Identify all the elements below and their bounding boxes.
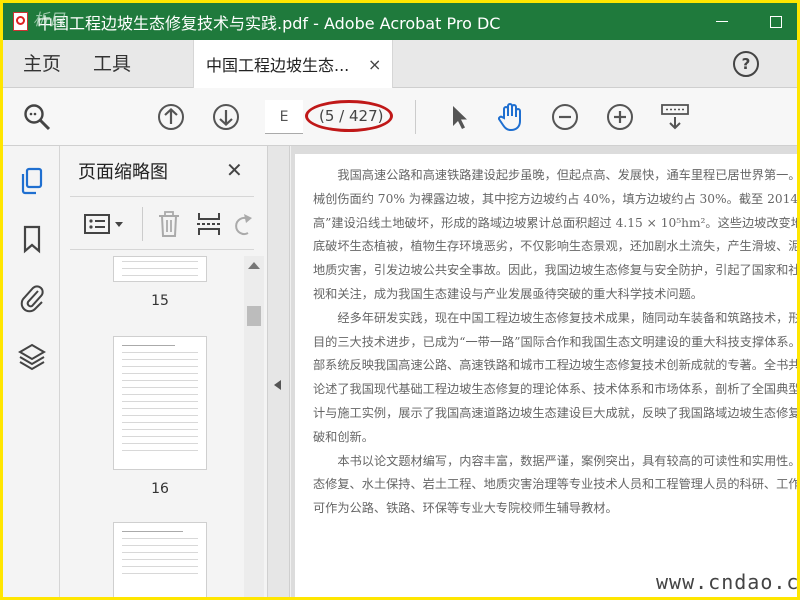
keyboard-scroll-button[interactable] (659, 101, 691, 133)
thumbnail-scrollbar[interactable] (244, 256, 264, 597)
corner-watermark: 析目 (33, 10, 66, 29)
red-highlight-ellipse (305, 100, 393, 132)
tab-document[interactable]: 中国工程边坡生态... × (193, 40, 393, 88)
pdf-page: 我国高速公路和高速铁路建设起步虽晚，但起点高、发展快，通车里程已居世界第一。工程… (295, 154, 797, 597)
panel-close-button[interactable]: ✕ (226, 158, 243, 182)
window-title: 中国工程边坡生态修复技术与实践.pdf - Adobe Acrobat Pro … (37, 13, 501, 33)
hand-icon (498, 103, 521, 132)
paragraph: 本书以论文题材编写，内容丰富，数据严谨，案例突出，具有较高的可读性和实用性。既可… (313, 453, 797, 516)
zoom-search-button[interactable] (21, 101, 53, 133)
paperclip-icon (20, 285, 44, 313)
keyboard-down-icon (661, 104, 689, 130)
thumbnail-toolbar-divider (142, 207, 143, 241)
arrow-down-circle-icon (213, 104, 239, 130)
thumbnail-page-number: 15 (151, 293, 169, 309)
toolbar-divider (415, 100, 416, 134)
acrobat-window: 中国工程边坡生态修复技术与实践.pdf - Adobe Acrobat Pro … (3, 3, 797, 597)
zoom-out-button[interactable] (549, 101, 581, 133)
attachments-button[interactable] (17, 283, 47, 313)
collapse-panel-strip[interactable] (268, 146, 290, 597)
delete-page-button[interactable] (154, 209, 184, 239)
thumbnail-page-number: 16 (151, 481, 169, 497)
scrollbar-thumb[interactable] (247, 306, 261, 326)
title-bar: 中国工程边坡生态修复技术与实践.pdf - Adobe Acrobat Pro … (3, 3, 797, 40)
next-page-button[interactable] (210, 101, 242, 133)
thumbnail-options-menu[interactable] (82, 209, 128, 239)
thumbnail-page-15[interactable] (113, 256, 207, 282)
maximize-icon (770, 15, 782, 28)
panel-title: 页面缩略图 (78, 162, 168, 183)
hand-tool-button[interactable] (495, 101, 527, 133)
layers-button[interactable] (17, 341, 47, 371)
pages-copy-icon (21, 167, 43, 195)
minimize-button[interactable] (699, 3, 745, 40)
page-text: 我国高速公路和高速铁路建设起步虽晚，但起点高、发展快，通车里程已居世界第一。工程… (313, 164, 797, 521)
bookmarks-button[interactable] (17, 224, 47, 254)
scroll-up-arrow[interactable] (248, 262, 260, 269)
page-thumbnails-panel: 页面缩略图 ✕ 15 16 (60, 146, 268, 597)
tab-tools[interactable]: 工具 (93, 40, 131, 88)
page-thumbnails-button[interactable] (17, 166, 47, 196)
tab-close-button[interactable]: × (368, 55, 381, 74)
thumbnail-list: 15 16 (60, 256, 250, 597)
select-tool-button[interactable] (443, 101, 475, 133)
page-number-input[interactable]: E (265, 100, 303, 134)
cursor-arrow-icon (453, 106, 467, 129)
tab-home[interactable]: 主页 (23, 40, 61, 88)
magnifier-icon (24, 104, 51, 131)
list-options-icon (84, 214, 123, 234)
main-toolbar: E (5 / 427) (3, 88, 797, 146)
minimize-icon (716, 21, 728, 22)
maximize-button[interactable] (753, 3, 797, 40)
collapse-arrow-icon (274, 380, 281, 390)
thumbnail-toolbar (70, 196, 254, 250)
rotate-page-button[interactable] (230, 209, 254, 239)
tab-bar: 主页 工具 中国工程边坡生态... × ? (3, 40, 797, 88)
thumbnail-page-16[interactable] (113, 336, 207, 470)
help-button[interactable]: ? (733, 51, 759, 77)
left-nav-rail (3, 146, 60, 597)
paragraph: 经多年研发实践，现在中国工程边坡生态修复技术成果，随同动车装备和筑路技术，形成了… (313, 310, 797, 444)
document-tab-label: 中国工程边坡生态... (206, 56, 350, 75)
paragraph: 我国高速公路和高速铁路建设起步虽晚，但起点高、发展快，通车里程已居世界第一。工程… (313, 168, 797, 301)
layers-icon (18, 343, 46, 371)
page-insert-icon (197, 213, 221, 235)
arrow-up-circle-icon (158, 104, 184, 130)
thumbnail-page-17[interactable] (113, 522, 207, 597)
document-view: 我国高速公路和高速铁路建设起步虽晚，但起点高、发展快，通车里程已居世界第一。工程… (291, 146, 797, 597)
trash-icon (159, 211, 179, 237)
zoom-in-button[interactable] (604, 101, 636, 133)
plus-circle-icon (607, 104, 633, 130)
acrobat-app-icon (11, 11, 31, 33)
site-watermark: www.cndao.com (656, 570, 797, 594)
previous-page-button[interactable] (155, 101, 187, 133)
rotate-icon (235, 214, 252, 235)
bookmark-icon (23, 225, 41, 254)
minus-circle-icon (552, 104, 578, 130)
insert-page-button[interactable] (194, 209, 224, 239)
